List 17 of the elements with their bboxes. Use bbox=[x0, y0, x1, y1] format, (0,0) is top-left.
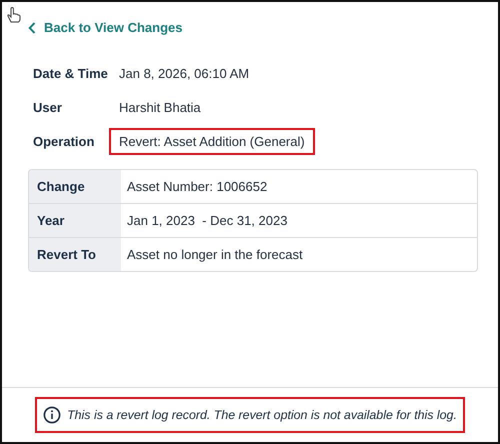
highlighted-detail-value: Revert: Asset Addition (General) bbox=[109, 128, 315, 155]
detail-value: Harshit Bhatia bbox=[118, 99, 202, 117]
table-header-cell: Revert To bbox=[29, 237, 121, 271]
table-header-cell: Year bbox=[29, 203, 121, 237]
detail-label: Date & Time bbox=[33, 66, 108, 81]
back-link[interactable]: Back to View Changes bbox=[22, 16, 188, 39]
chevron-left-icon bbox=[28, 22, 36, 34]
table-header-cell: Change bbox=[29, 170, 121, 203]
detail-value: Jan 8, 2026, 06:10 AM bbox=[118, 65, 250, 83]
hand-cursor-icon bbox=[6, 6, 22, 24]
detail-label: Operation bbox=[33, 134, 94, 149]
detail-label: User bbox=[33, 100, 62, 115]
notice-text: This is a revert log record. The revert option is not available for this log. bbox=[67, 408, 457, 422]
table-cell-text: Asset Number: 1006652 bbox=[126, 178, 268, 196]
info-icon bbox=[43, 406, 62, 424]
table-cell: Jan 1, 2023 - Dec 31, 2023 bbox=[121, 203, 477, 237]
table-cell: Asset no longer in the forecast bbox=[121, 237, 477, 271]
